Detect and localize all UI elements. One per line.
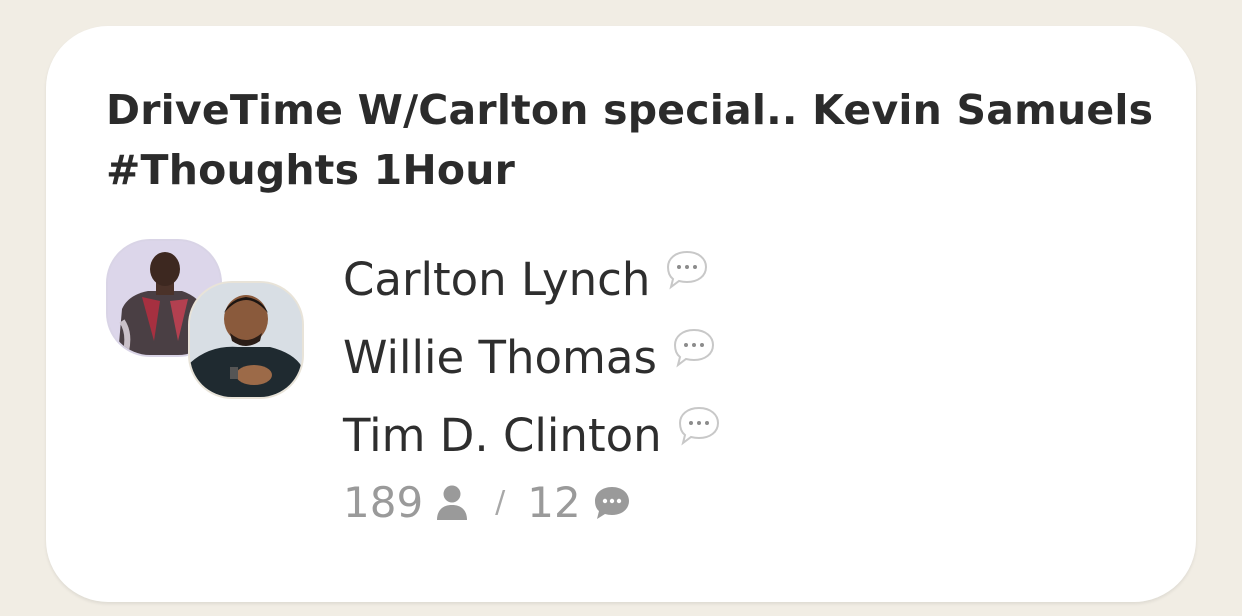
- chat-bubble-icon: [594, 486, 629, 519]
- speaker-row[interactable]: Tim D. Clinton: [343, 396, 722, 474]
- room-card[interactable]: DriveTime W/Carlton special.. Kevin Samu…: [46, 26, 1196, 602]
- speech-bubble-icon: [667, 250, 708, 290]
- speaker-avatars: [106, 239, 306, 403]
- speaker-row[interactable]: Carlton Lynch: [343, 240, 722, 318]
- room-title: DriveTime W/Carlton special.. Kevin Samu…: [106, 86, 1154, 194]
- listener-count: 189: [343, 478, 424, 527]
- speaker-row[interactable]: Willie Thomas: [343, 318, 722, 396]
- speaker-name: Willie Thomas: [343, 330, 657, 384]
- avatar: [188, 281, 304, 399]
- speaker-list: Carlton Lynch Willie Thomas Tim D. Clint…: [343, 240, 722, 474]
- speech-bubble-icon: [673, 328, 714, 368]
- speaker-name: Carlton Lynch: [343, 252, 651, 306]
- stats-separator: /: [495, 485, 506, 520]
- speech-bubble-icon: [678, 406, 719, 446]
- speaker-count: 12: [527, 478, 581, 527]
- speaker-name: Tim D. Clinton: [343, 408, 662, 462]
- room-stats: 189 / 12: [343, 478, 631, 527]
- person-icon: [437, 485, 468, 520]
